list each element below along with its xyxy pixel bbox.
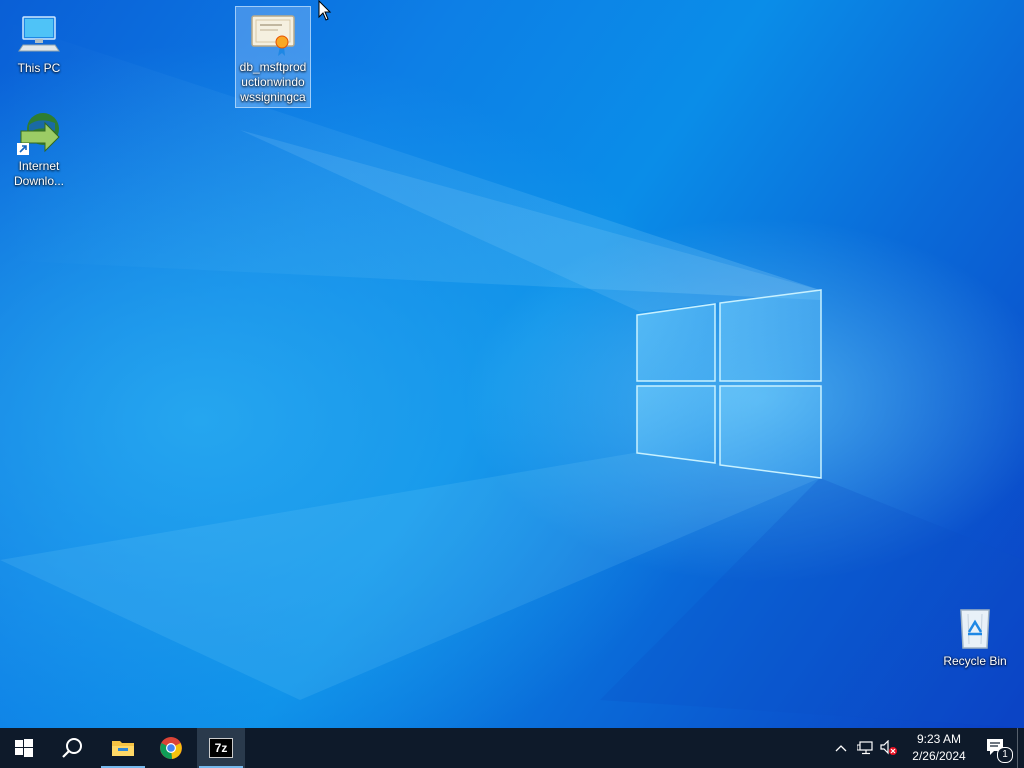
- taskbar-app-file-explorer[interactable]: [99, 728, 147, 768]
- start-button[interactable]: [0, 728, 48, 768]
- taskbar: 7z 9:23 AM 2/26/2024 1: [0, 728, 1024, 768]
- desktop-icon-label: db_msftprod uctionwindo wssigningca: [239, 60, 307, 104]
- desktop-icon-recycle-bin[interactable]: Recycle Bin: [937, 601, 1013, 671]
- taskbar-clock[interactable]: 9:23 AM 2/26/2024: [901, 731, 977, 765]
- chevron-up-icon: [835, 745, 847, 752]
- action-center-button[interactable]: 1: [977, 728, 1017, 768]
- desktop-icon-internet-download-manager[interactable]: Internet Downlo...: [1, 106, 77, 191]
- desktop-icon-label: This PC: [17, 61, 61, 75]
- chrome-icon: [160, 737, 182, 760]
- desktop-icon-certificate-file[interactable]: db_msftprod uctionwindo wssigningca: [235, 6, 311, 108]
- search-icon: [62, 738, 82, 758]
- clock-time: 9:23 AM: [916, 732, 962, 746]
- system-tray: 9:23 AM 2/26/2024 1: [829, 728, 1024, 768]
- volume-button[interactable]: [877, 728, 901, 768]
- desktop-icon-this-pc[interactable]: This PC: [1, 8, 77, 78]
- desktop-background[interactable]: This PC Internet Downlo... db_msftprod u…: [0, 0, 1024, 728]
- 7zip-icon: 7z: [209, 738, 233, 758]
- network-button[interactable]: [853, 728, 877, 768]
- this-pc-icon: [15, 11, 63, 59]
- taskbar-app-7zip[interactable]: 7z: [197, 728, 245, 768]
- internet-download-manager-icon: [15, 109, 63, 157]
- wallpaper-light-beams: [0, 20, 1024, 728]
- network-icon: [857, 741, 873, 755]
- desktop-icon-label: Recycle Bin: [943, 654, 1007, 668]
- taskbar-app-chrome[interactable]: [147, 728, 195, 768]
- show-desktop-button[interactable]: [1017, 728, 1024, 768]
- show-hidden-icons-button[interactable]: [829, 728, 853, 768]
- desktop-icon-label: Internet Downlo...: [13, 159, 65, 188]
- mouse-cursor-icon: [318, 0, 332, 21]
- volume-muted-icon: [880, 740, 897, 755]
- windows-logo-graphic: [636, 289, 822, 479]
- recycle-bin-icon: [951, 604, 999, 652]
- certificate-icon: [249, 10, 297, 58]
- search-button[interactable]: [48, 728, 96, 768]
- windows-start-icon: [15, 739, 33, 757]
- clock-date: 2/26/2024: [912, 749, 966, 763]
- file-explorer-icon: [112, 741, 134, 756]
- notification-count-badge: 1: [997, 747, 1013, 763]
